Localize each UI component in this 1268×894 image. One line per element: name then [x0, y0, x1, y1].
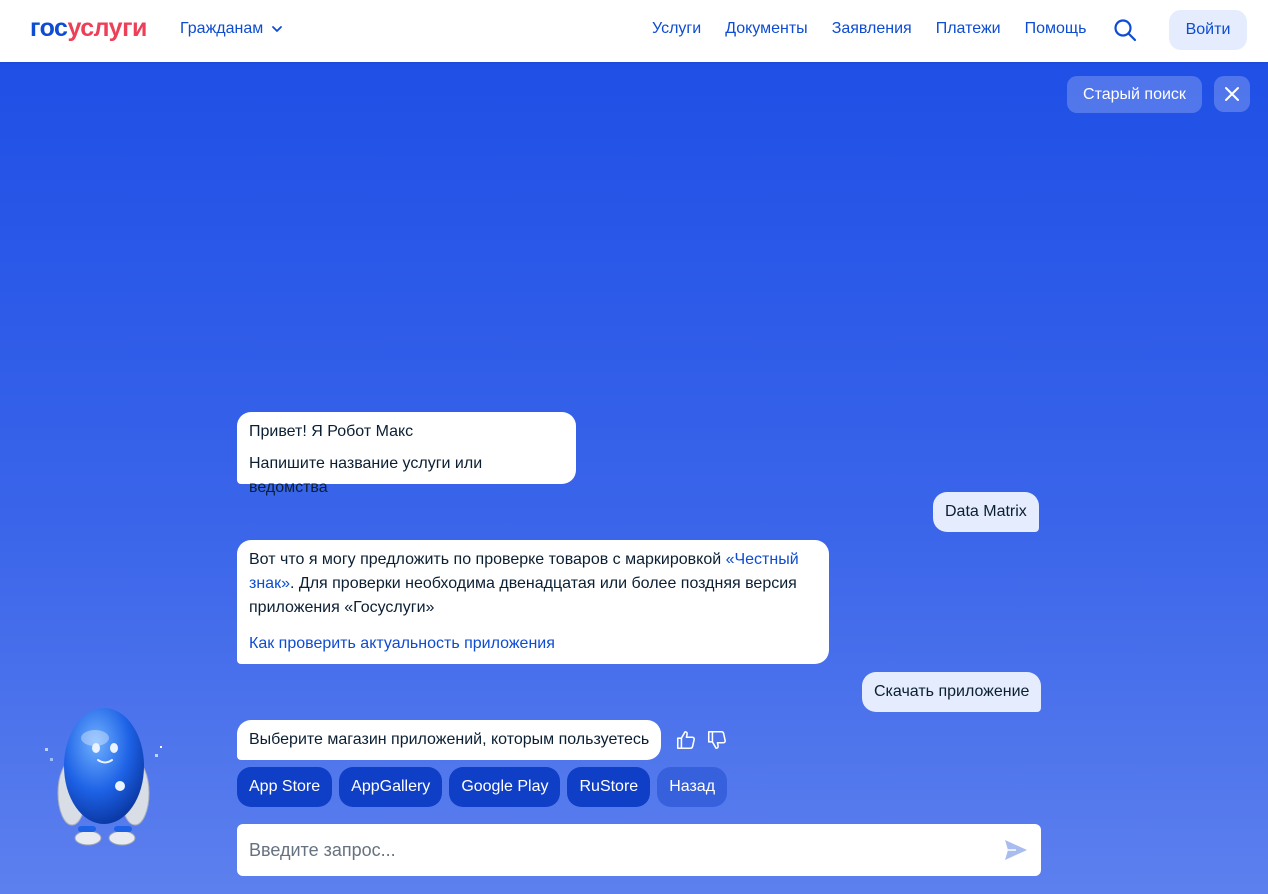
- search-icon[interactable]: [1113, 18, 1137, 42]
- option-google-play[interactable]: Google Play: [449, 767, 561, 807]
- nav-documents[interactable]: Документы: [725, 20, 807, 38]
- bot-question-bubble: Выберите магазин приложений, которым пол…: [237, 720, 662, 760]
- audience-label: Гражданам: [180, 20, 264, 37]
- check-app-version-link[interactable]: Как проверить актуальность приложения: [249, 632, 817, 656]
- close-button[interactable]: [1214, 76, 1250, 112]
- thumbs-up-icon[interactable]: [675, 729, 697, 751]
- old-search-button[interactable]: Старый поиск: [1067, 76, 1202, 113]
- main-nav: Услуги Документы Заявления Платежи Помощ…: [652, 20, 1110, 38]
- chevron-down-icon: [272, 26, 283, 32]
- close-icon: [1225, 87, 1239, 101]
- robot-max-mascot: [45, 708, 162, 846]
- option-app-store[interactable]: App Store: [237, 767, 333, 807]
- chat-area: Старый поиск Привет! Я Робот Макс Напиши…: [0, 62, 1268, 894]
- gosuslugi-logo[interactable]: госуслуги: [30, 14, 147, 43]
- app-store-options: App Store AppGallery Google Play RuStore…: [237, 767, 728, 807]
- nav-services[interactable]: Услуги: [652, 20, 701, 38]
- user-message-2: Скачать приложение: [862, 672, 1042, 712]
- audience-dropdown[interactable]: Гражданам: [180, 20, 283, 38]
- chat-input-container: [237, 824, 1041, 876]
- login-button[interactable]: Войти: [1169, 10, 1247, 50]
- user-message-1: Data Matrix: [933, 492, 1039, 532]
- bot-reply-text-1: Вот что я могу предложить по проверке то…: [249, 551, 726, 568]
- option-rustore[interactable]: RuStore: [567, 767, 651, 807]
- logo-part-uslugi: услуги: [67, 14, 147, 42]
- bot-greeting-line-2: Напишите название услуги или ведомства: [249, 455, 483, 496]
- bot-greeting-bubble: Привет! Я Робот Макс Напишите название у…: [237, 412, 576, 496]
- chat-input[interactable]: [249, 824, 989, 876]
- logo-part-gos: гос: [30, 14, 68, 42]
- bot-reply-bubble: Вот что я могу предложить по проверке то…: [237, 540, 829, 664]
- thumbs-down-icon[interactable]: [706, 729, 728, 751]
- option-appgallery[interactable]: AppGallery: [339, 767, 443, 807]
- nav-help[interactable]: Помощь: [1025, 20, 1087, 38]
- option-back[interactable]: Назад: [657, 767, 728, 807]
- send-icon[interactable]: [1003, 837, 1029, 863]
- nav-applications[interactable]: Заявления: [832, 20, 912, 38]
- site-header: госуслуги Гражданам Услуги Документы Зая…: [0, 0, 1268, 62]
- nav-payments[interactable]: Платежи: [936, 20, 1001, 38]
- bot-greeting-line-1: Привет! Я Робот Макс: [249, 423, 414, 440]
- bot-reply-text-2: . Для проверки необходима двенадцатая ил…: [249, 575, 797, 616]
